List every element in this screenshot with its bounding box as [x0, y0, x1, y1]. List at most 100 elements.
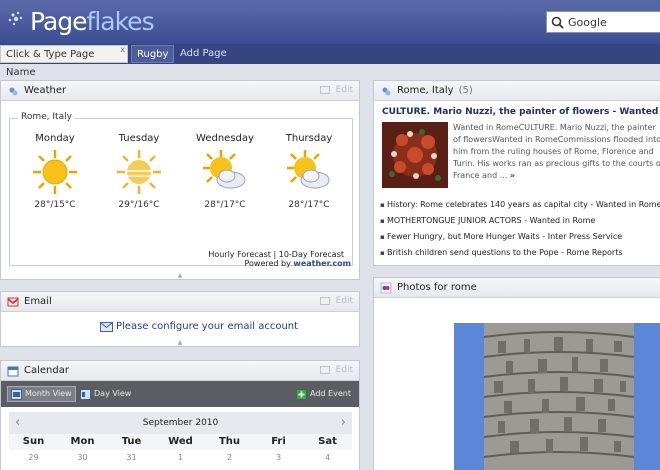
weekday-label: Mon [70, 436, 95, 447]
star-logo-icon [6, 10, 28, 32]
prev-month-icon[interactable]: ‹ [15, 415, 20, 430]
gmail-icon [7, 297, 19, 306]
tab-new-page-label: Click & Type Page Name [6, 49, 95, 78]
calendar-weekdays: Sun Mon Tue Wed Thu Fri Sat [9, 434, 352, 450]
month-view-label: Month View [25, 389, 72, 398]
add-event-button[interactable]: Add Event [293, 386, 354, 402]
day-view-label: Day View [94, 389, 132, 398]
month-view-button[interactable]: Month View [7, 386, 76, 402]
calendar-flake-header[interactable]: Calendar Edit [1, 361, 359, 381]
calendar-month-header: ‹ September 2010 › [9, 412, 352, 434]
weekday-label: Thu [218, 436, 241, 447]
calendar-date[interactable]: 2 [205, 450, 254, 462]
weekday-label: Sun [22, 436, 45, 447]
calendar-month-label: September 2010 [142, 418, 219, 428]
forecast-day-name: Monday [35, 133, 75, 144]
email-flake-edit[interactable]: Edit [319, 296, 353, 306]
news-thumbnail[interactable] [382, 122, 448, 188]
ten-day-forecast-link[interactable]: 10-Day Forecast [279, 250, 344, 259]
search-box[interactable] [546, 11, 660, 33]
forecast-day: Monday 28°/15°C [20, 133, 90, 210]
photos-flake: Photos for rome [373, 277, 660, 470]
forecast-separator: | [273, 250, 277, 259]
rome-news-flake-header[interactable]: Rome, Italy (5) [374, 81, 660, 101]
news-list: History: Rome celebrates 140 years as ca… [380, 197, 660, 261]
weekday-label: Fri [271, 436, 286, 447]
news-item[interactable]: British children send questions to the P… [380, 245, 660, 261]
logo-text-page: Page [30, 6, 88, 36]
partly-cloudy-icon [287, 150, 330, 189]
logo-text-flakes: flakes [86, 6, 155, 36]
rome-news-count: (5) [458, 85, 473, 96]
minimize-icon[interactable] [319, 86, 330, 94]
calendar-date[interactable]: 1 [156, 450, 205, 462]
weekday-label: Wed [168, 436, 193, 447]
photos-flake-header[interactable]: Photos for rome [374, 278, 660, 298]
email-flake-header[interactable]: Email Edit [1, 292, 359, 312]
configure-email-text: Please configure your email account [116, 321, 299, 332]
weather-com-link[interactable]: weather.com [293, 259, 351, 268]
news-headline-link[interactable]: CULTURE. Mario Nuzzi, the painter of flo… [382, 107, 660, 117]
page-tabbar: Click & Type Page Name x Rugby Add Page [0, 44, 660, 78]
configure-email-link[interactable]: Please configure your email account [100, 321, 298, 332]
calendar-date[interactable]: 4 [303, 450, 352, 462]
forecast-day: Thursday 28°/17°C [274, 133, 344, 210]
search-input[interactable] [568, 15, 658, 29]
sun-icon [33, 150, 77, 194]
calendar-date[interactable]: 31 [107, 450, 156, 462]
calendar-date[interactable]: 29 [9, 450, 58, 462]
read-more-link[interactable]: » [510, 171, 515, 180]
tab-close-icon[interactable]: x [120, 41, 125, 59]
news-item[interactable]: MOTHERTONGUE JUNIOR ACTORS - Wanted in R… [380, 213, 660, 229]
resize-grip[interactable]: ▲ [176, 273, 184, 279]
forecast-temp: 29°/16°C [118, 200, 160, 210]
tab-rugby[interactable]: Rugby [131, 45, 175, 63]
calendar-month-grid: ‹ September 2010 › Sun Mon Tue Wed Thu F… [9, 412, 352, 462]
news-description-text: Wanted in RomeCULTURE. Mario Nuzzi, the … [453, 123, 660, 180]
day-view-button[interactable]: Day View [77, 386, 134, 402]
email-flake-title: Email [24, 296, 52, 307]
news-item[interactable]: History: Rome celebrates 140 years as ca… [380, 197, 660, 213]
envelope-icon [100, 321, 113, 332]
pageflakes-logo[interactable]: Pageflakes [6, 4, 155, 38]
calendar-date[interactable]: 30 [58, 450, 107, 462]
tab-new-page[interactable]: Click & Type Page Name x [0, 45, 128, 78]
forecast-temp: 28°/17°C [204, 200, 246, 210]
weather-icon [9, 87, 18, 95]
column-photo[interactable] [454, 323, 660, 470]
news-item[interactable]: Fewer Hungry, but More Hunger Waits - In… [380, 229, 660, 245]
weather-flake-edit[interactable]: Edit [319, 85, 353, 95]
hourly-forecast-link[interactable]: Hourly Forecast [208, 250, 271, 259]
minimize-icon[interactable] [319, 297, 330, 305]
app-header: Pageflakes [0, 0, 660, 44]
email-edit-label: Edit [335, 296, 353, 306]
search-icon[interactable] [551, 16, 564, 29]
calendar-toolbar: Month View Day View Add Event [1, 381, 359, 407]
calendar-edit-label: Edit [335, 365, 353, 375]
forecast-links: Hourly Forecast | 10-Day Forecast [208, 250, 344, 259]
news-description: Wanted in RomeCULTURE. Mario Nuzzi, the … [453, 122, 660, 182]
forecast-temp: 28°/15°C [34, 200, 76, 210]
calendar-icon [7, 366, 19, 376]
powered-by-prefix: Powered by [244, 259, 291, 268]
calendar-date[interactable]: 3 [254, 450, 303, 462]
plus-icon [296, 388, 307, 400]
day-view-icon [80, 388, 91, 400]
weather-flake-title: Weather [24, 85, 67, 96]
weather-flake: Weather Edit Rome, Italy Monday 28°/15°C… [0, 80, 360, 280]
forecast-day-name: Wednesday [196, 133, 254, 144]
logo-text: Pageflakes [30, 6, 155, 36]
add-event-label: Add Event [310, 389, 351, 398]
add-page-link[interactable]: Add Page [175, 45, 232, 63]
calendar-flake: Calendar Edit Month View Day View Add Ev… [0, 360, 360, 470]
weather-edit-label: Edit [335, 85, 353, 95]
minimize-icon[interactable] [319, 366, 330, 374]
news-icon [382, 87, 391, 95]
next-month-icon[interactable]: › [341, 415, 346, 430]
calendar-flake-edit[interactable]: Edit [319, 365, 353, 375]
weather-flake-header[interactable]: Weather Edit [1, 81, 359, 101]
rome-news-flake: Rome, Italy (5) CULTURE. Mario Nuzzi, th… [373, 80, 660, 266]
powered-by: Powered by weather.com [245, 259, 352, 268]
resize-grip[interactable]: ▲ [176, 340, 184, 346]
weather-forecast-box: Rome, Italy Monday 28°/15°C Tuesday 29°/… [9, 112, 353, 266]
